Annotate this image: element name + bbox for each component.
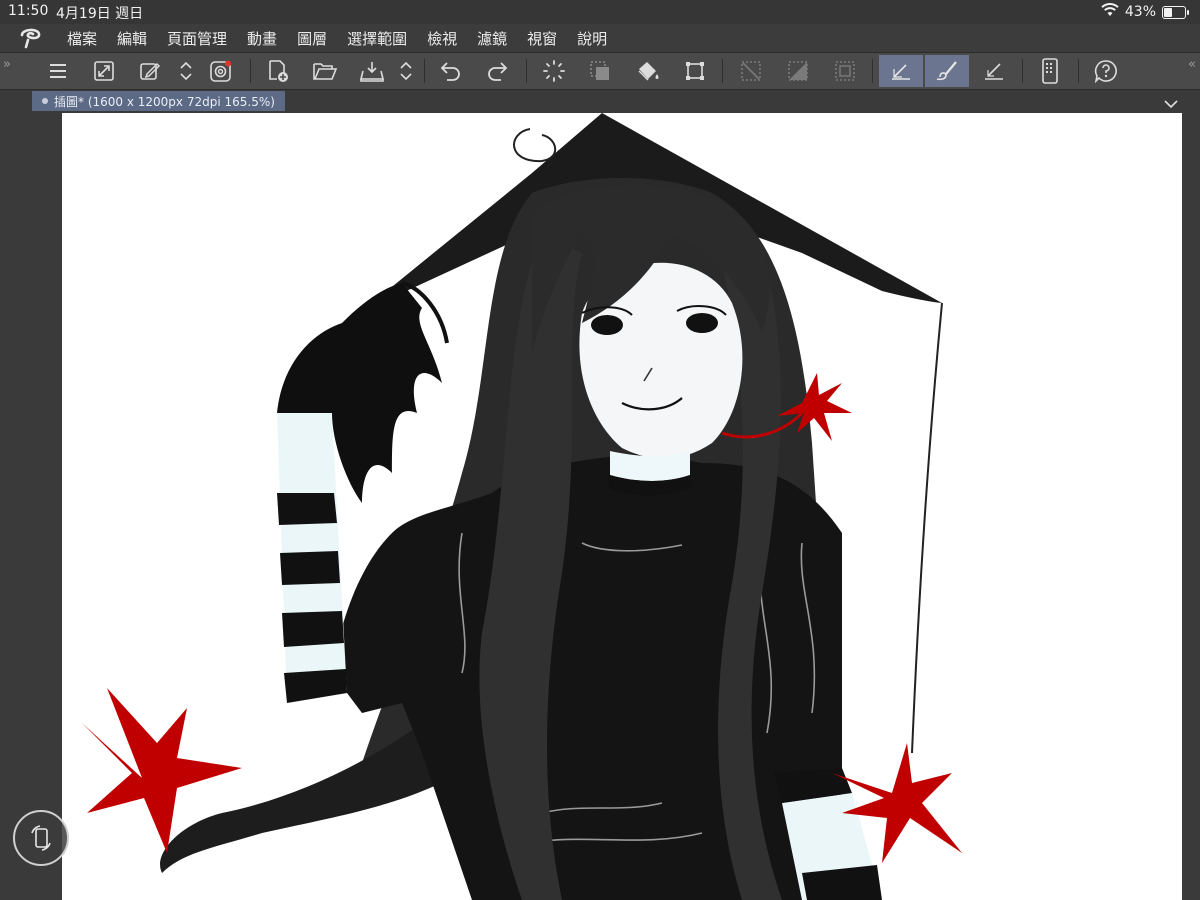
menu-window[interactable]: 視窗 bbox=[527, 28, 557, 49]
document-tab[interactable]: 插圖* (1600 x 1200px 72dpi 165.5%) bbox=[32, 91, 285, 111]
toolbar-separator bbox=[526, 59, 527, 83]
right-eye bbox=[686, 313, 718, 333]
brush-icon[interactable] bbox=[925, 55, 969, 87]
resize-icon[interactable] bbox=[84, 55, 124, 87]
left-eye bbox=[591, 315, 623, 335]
select-all-icon[interactable] bbox=[825, 55, 865, 87]
loading-icon[interactable] bbox=[534, 55, 574, 87]
toolbar-separator bbox=[1078, 59, 1079, 83]
menu-bar: 檔案 編輯 頁面管理 動畫 圖層 選擇範圍 檢視 濾鏡 視窗 說明 bbox=[0, 24, 1200, 52]
selection-icon[interactable] bbox=[580, 55, 620, 87]
new-page-icon[interactable] bbox=[258, 55, 298, 87]
menu-animation[interactable]: 動畫 bbox=[247, 28, 277, 49]
battery-icon bbox=[1162, 5, 1189, 19]
gradient-icon[interactable] bbox=[778, 55, 818, 87]
tab-dot-icon bbox=[42, 98, 48, 104]
command-bar: » « bbox=[0, 52, 1200, 90]
menu-items: 檔案 編輯 頁面管理 動畫 圖層 選擇範圍 檢視 濾鏡 視窗 說明 bbox=[67, 28, 627, 49]
app-logo-icon[interactable] bbox=[18, 26, 44, 50]
wifi-icon bbox=[1101, 3, 1119, 21]
hat-string-right bbox=[911, 302, 943, 754]
up-down-arrows-icon[interactable] bbox=[166, 55, 206, 87]
status-time: 11:50 bbox=[8, 3, 49, 19]
toolbar-separator bbox=[722, 59, 723, 83]
chevron-down-icon[interactable] bbox=[1164, 94, 1178, 113]
hair-curl bbox=[513, 128, 557, 163]
left-arm-sleeve bbox=[277, 413, 347, 703]
help-icon[interactable] bbox=[1086, 55, 1126, 87]
rotate-device-button[interactable] bbox=[13, 810, 69, 866]
device-icon[interactable] bbox=[1030, 55, 1070, 87]
battery-percent: 43% bbox=[1124, 4, 1156, 20]
ruler-snap-icon[interactable] bbox=[974, 55, 1014, 87]
status-date: 4月19日 週日 bbox=[56, 6, 144, 22]
menu-file[interactable]: 檔案 bbox=[67, 28, 97, 49]
illustration bbox=[82, 113, 962, 900]
menu-help[interactable]: 說明 bbox=[577, 28, 607, 49]
toolbar-separator bbox=[872, 59, 873, 83]
menu-view[interactable]: 檢視 bbox=[427, 28, 457, 49]
ruler-icon[interactable] bbox=[879, 55, 923, 87]
menu-edit[interactable]: 編輯 bbox=[117, 28, 147, 49]
status-right: 43% bbox=[1101, 3, 1189, 21]
deselect-icon[interactable] bbox=[731, 55, 771, 87]
menu-icon[interactable] bbox=[38, 55, 78, 87]
expand-right-icon[interactable]: « bbox=[1188, 57, 1196, 72]
rotate-icon bbox=[31, 825, 51, 851]
menu-filter[interactable]: 濾鏡 bbox=[477, 28, 507, 49]
expand-left-icon[interactable]: » bbox=[3, 57, 11, 72]
battery-fill bbox=[1164, 7, 1172, 17]
open-folder-icon[interactable] bbox=[305, 55, 345, 87]
menu-selection[interactable]: 選擇範圍 bbox=[347, 28, 407, 49]
toolbar-separator bbox=[1022, 59, 1023, 83]
undo-icon[interactable] bbox=[431, 55, 471, 87]
fill-icon[interactable] bbox=[628, 55, 668, 87]
drawing-canvas[interactable] bbox=[62, 113, 1182, 900]
up-down-arrows-icon[interactable] bbox=[386, 55, 426, 87]
redo-icon[interactable] bbox=[477, 55, 517, 87]
transform-icon[interactable] bbox=[675, 55, 715, 87]
toolbar-separator bbox=[250, 59, 251, 83]
menu-layer[interactable]: 圖層 bbox=[297, 28, 327, 49]
document-tab-label: 插圖* (1600 x 1200px 72dpi 165.5%) bbox=[54, 94, 275, 109]
document-tab-strip: 插圖* (1600 x 1200px 72dpi 165.5%) bbox=[0, 90, 1200, 112]
status-bar: 11:50 4月19日 週日 43% bbox=[0, 0, 1200, 24]
toolbar-separator bbox=[424, 59, 425, 83]
left-sidebar-strip bbox=[0, 112, 34, 900]
record-icon[interactable] bbox=[201, 55, 241, 87]
menu-page-management[interactable]: 頁面管理 bbox=[167, 28, 227, 49]
edit-icon[interactable] bbox=[130, 55, 170, 87]
